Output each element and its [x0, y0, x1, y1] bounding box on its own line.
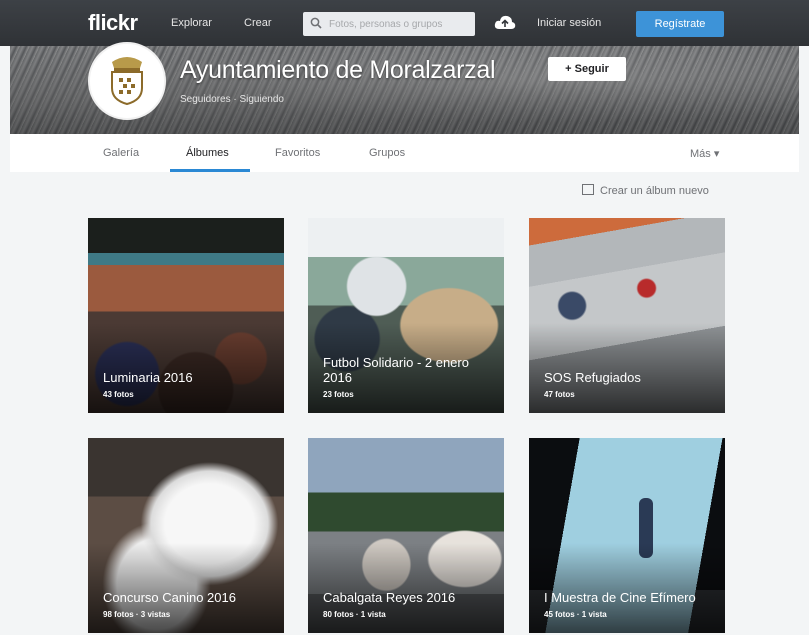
album-card[interactable]: SOS Refugiados 47 fotos [529, 218, 725, 413]
album-overlay [529, 543, 725, 633]
search-input[interactable] [329, 15, 469, 33]
search-icon [310, 17, 322, 29]
more-menu[interactable]: Más ▾ [690, 147, 719, 160]
album-meta: 80 fotos · 1 vista [323, 610, 386, 619]
album-title: Luminaria 2016 [103, 370, 193, 385]
album-meta: 43 fotos [103, 390, 134, 399]
follow-button[interactable]: + Seguir [548, 57, 626, 81]
album-overlay [88, 323, 284, 413]
tab-favorites[interactable]: Favoritos [275, 147, 320, 159]
profile-stats[interactable]: Seguidores · Siguiendo [180, 94, 284, 105]
album-overlay [529, 323, 725, 413]
upload-cloud-icon[interactable] [494, 14, 516, 32]
add-album-icon [582, 184, 594, 195]
create-album-label: Crear un álbum nuevo [600, 185, 709, 197]
album-meta: 45 fotos · 1 vista [544, 610, 607, 619]
search-box[interactable] [303, 12, 475, 36]
album-title: Cabalgata Reyes 2016 [323, 590, 456, 605]
album-overlay [308, 543, 504, 633]
album-title: Concurso Canino 2016 [103, 590, 236, 605]
album-meta: 23 fotos [323, 390, 354, 399]
album-title: SOS Refugiados [544, 370, 641, 385]
nav-create[interactable]: Crear [244, 17, 272, 29]
album-card[interactable]: Luminaria 2016 43 fotos [88, 218, 284, 413]
create-album-link[interactable]: Crear un álbum nuevo [582, 184, 709, 197]
album-card[interactable]: Concurso Canino 2016 98 fotos · 3 vistas [88, 438, 284, 633]
flickr-logo[interactable]: flickr [88, 10, 138, 36]
tab-gallery[interactable]: Galería [103, 147, 139, 159]
album-card[interactable]: Futbol Solidario - 2 enero 2016 23 fotos [308, 218, 504, 413]
crest-logo [111, 57, 143, 106]
tab-albums[interactable]: Álbumes [186, 147, 229, 159]
signup-button[interactable]: Regístrate [636, 11, 724, 37]
album-title: I Muestra de Cine Efímero [544, 590, 696, 605]
login-link[interactable]: Iniciar sesión [537, 17, 601, 29]
album-card[interactable]: Cabalgata Reyes 2016 80 fotos · 1 vista [308, 438, 504, 633]
avatar [88, 42, 166, 120]
active-tab-indicator [170, 169, 250, 172]
album-overlay [88, 543, 284, 633]
nav-explore[interactable]: Explorar [171, 17, 212, 29]
album-card[interactable]: I Muestra de Cine Efímero 45 fotos · 1 v… [529, 438, 725, 633]
profile-name: Ayuntamiento de Moralzarzal [180, 56, 496, 84]
tab-groups[interactable]: Grupos [369, 147, 405, 159]
album-title: Futbol Solidario - 2 enero 2016 [323, 355, 469, 385]
album-meta: 47 fotos [544, 390, 575, 399]
album-meta: 98 fotos · 3 vistas [103, 610, 171, 619]
